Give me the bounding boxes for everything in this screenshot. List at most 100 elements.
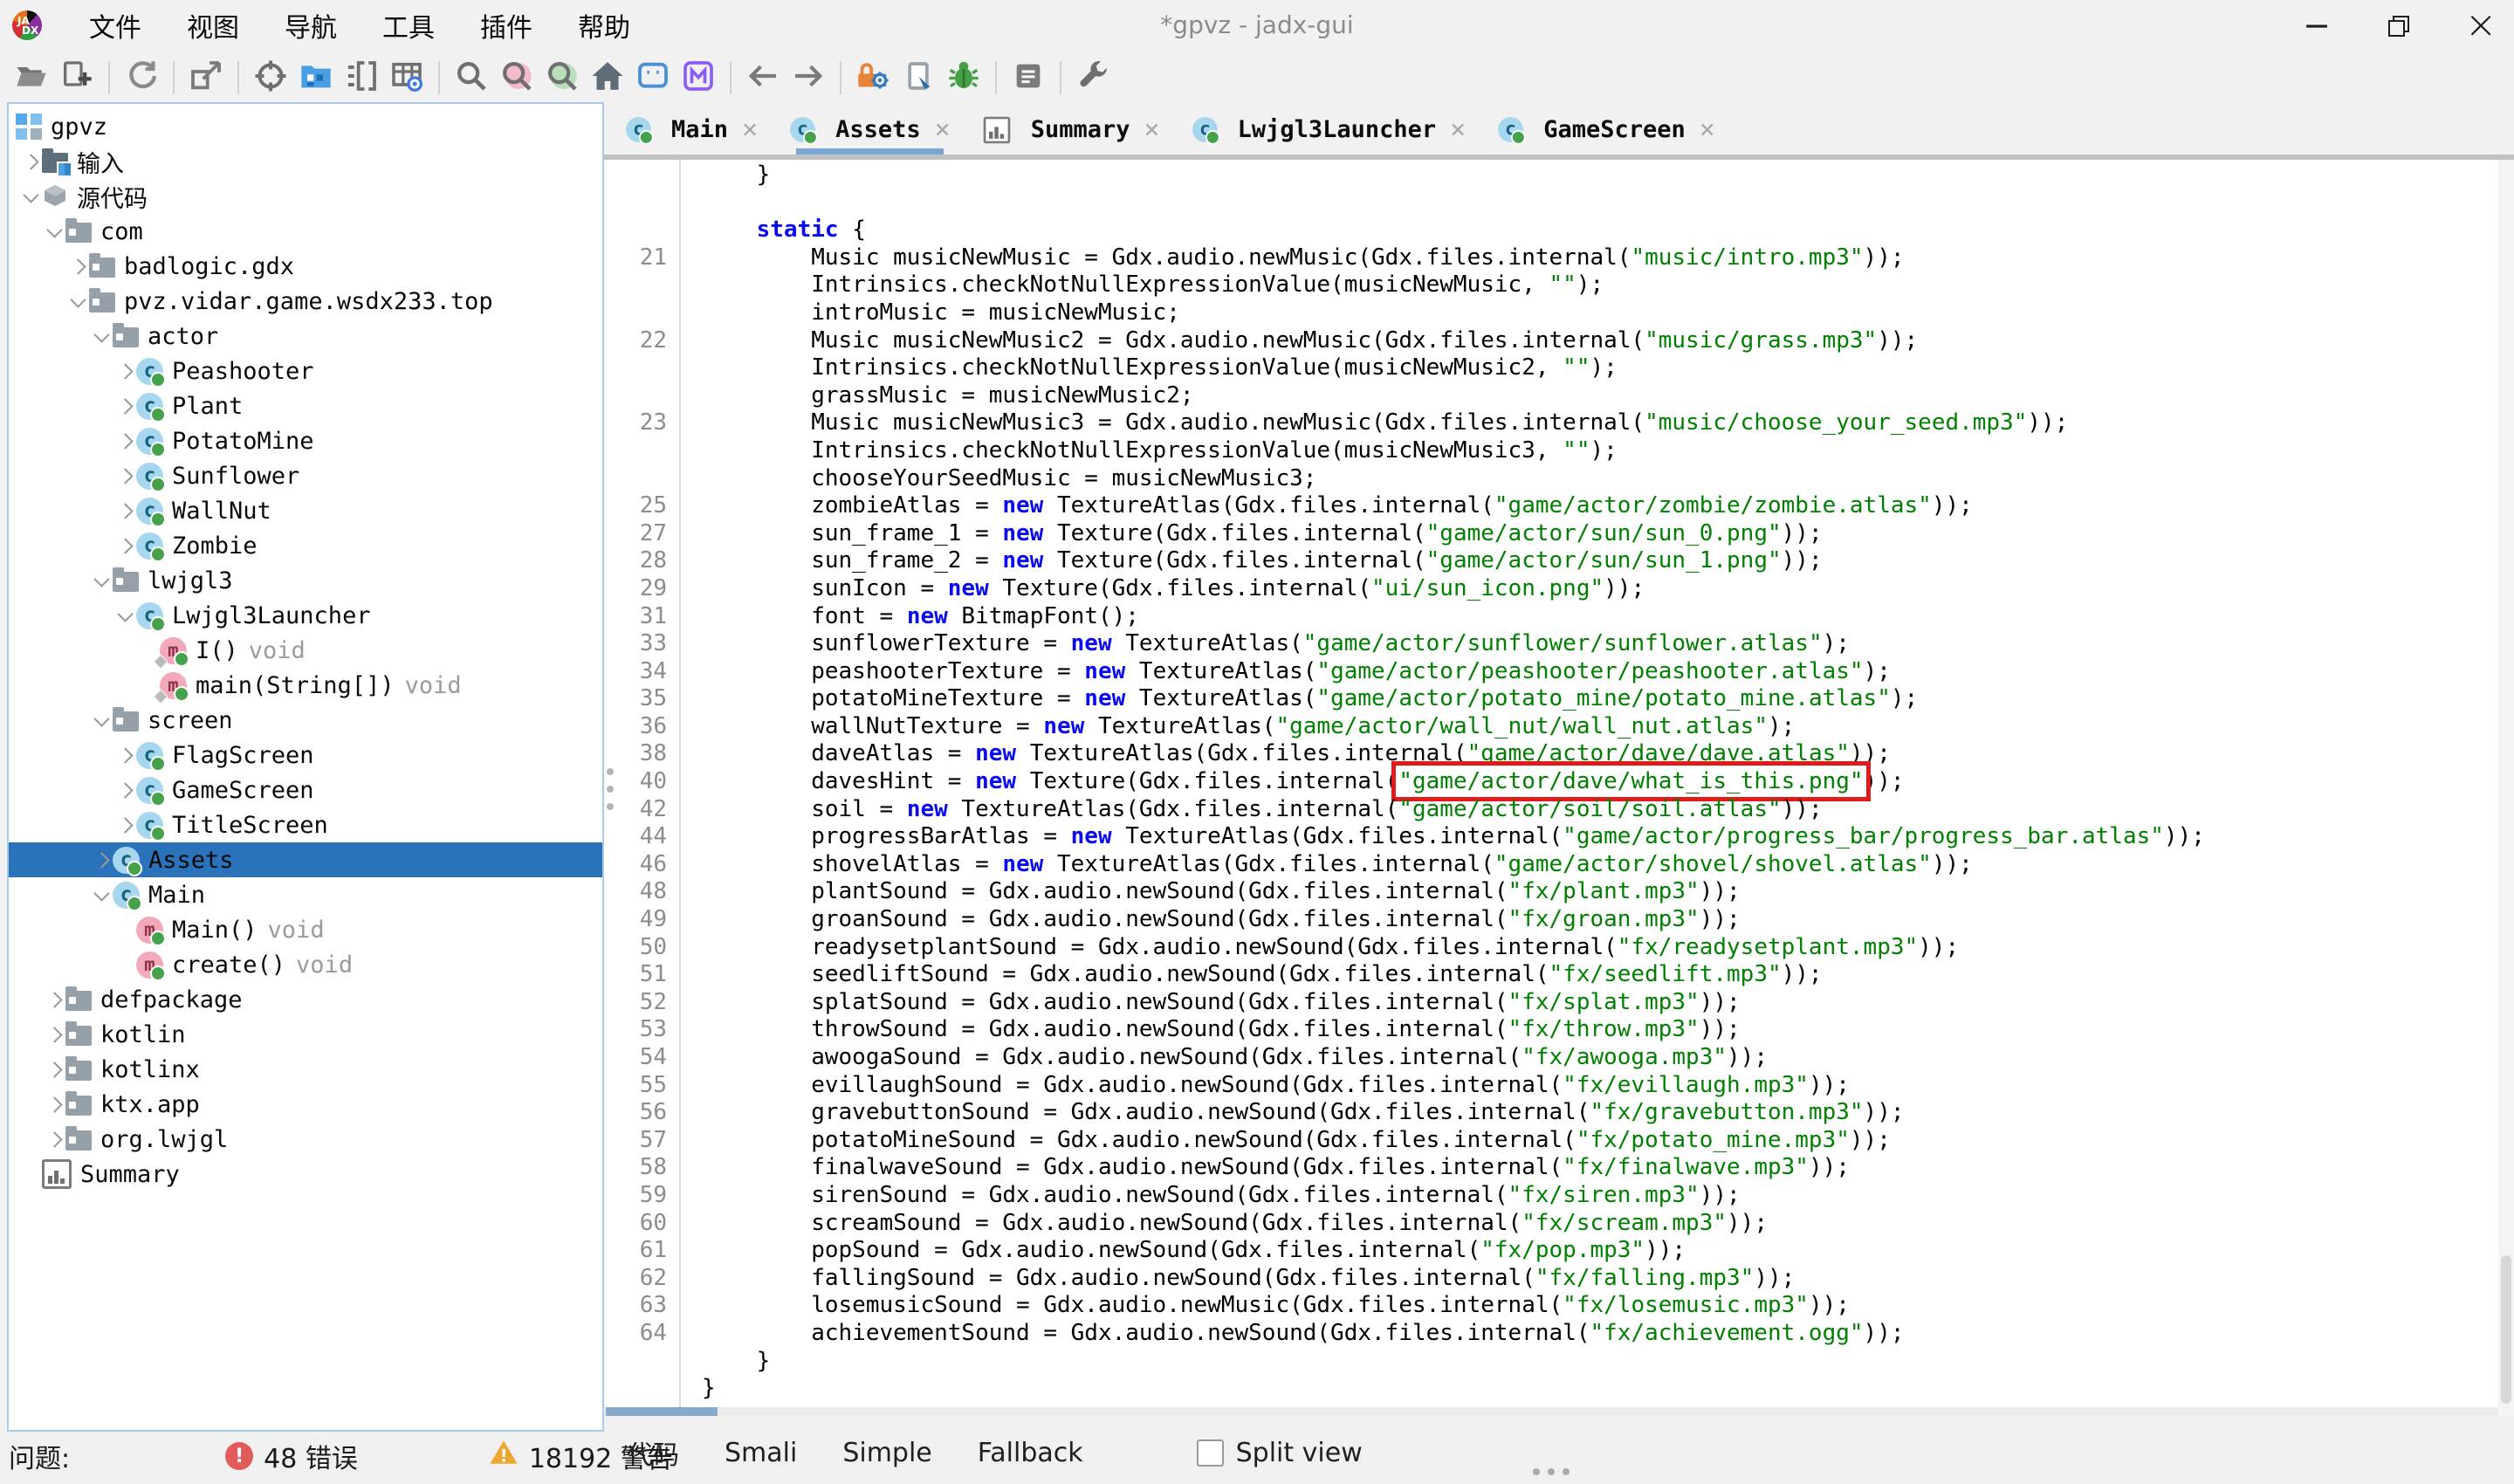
chevron-down-icon[interactable] xyxy=(66,298,89,306)
close-button[interactable]: × xyxy=(2463,8,2498,43)
chevron-right-icon[interactable] xyxy=(113,785,136,796)
vertical-scrollbar[interactable] xyxy=(2498,160,2514,1416)
chevron-right-icon[interactable] xyxy=(43,1134,65,1145)
chevron-right-icon[interactable] xyxy=(90,855,113,866)
menu-工具[interactable]: 工具 xyxy=(377,4,440,46)
chevron-right-icon[interactable] xyxy=(43,994,65,1006)
tree-item-TitleScreen[interactable]: cTitleScreen xyxy=(9,807,602,842)
chevron-right-icon[interactable] xyxy=(113,436,136,447)
export-button[interactable] xyxy=(186,58,226,98)
code-editor[interactable]: } static {21 Music musicNewMusic = Gdx.a… xyxy=(604,160,2498,1407)
chevron-down-icon[interactable] xyxy=(90,333,113,340)
search-button[interactable] xyxy=(451,58,491,98)
tree-item-PotatoMine[interactable]: cPotatoMine xyxy=(9,423,602,458)
horizontal-scrollbar-thumb[interactable] xyxy=(606,1407,718,1416)
chevron-right-icon[interactable] xyxy=(113,505,136,517)
tab-close-icon[interactable]: × xyxy=(935,114,951,145)
tree-item-pvz.vidar.game.wsdx233.top[interactable]: pvz.vidar.game.wsdx233.top xyxy=(9,284,602,319)
tree-item-screen[interactable]: screen xyxy=(9,703,602,738)
debug-button[interactable] xyxy=(944,58,984,98)
tab-GameScreen[interactable]: cGameScreen× xyxy=(1481,105,1731,155)
tree-item-lwjgl3[interactable]: lwjgl3 xyxy=(9,563,602,598)
tree-item-Zombie[interactable]: cZombie xyxy=(9,528,602,563)
quark-preview-button[interactable] xyxy=(898,58,938,98)
tree-item-GameScreen[interactable]: cGameScreen xyxy=(9,773,602,807)
tree-item-Main()[interactable]: mMain() void xyxy=(9,912,602,947)
chevron-down-icon[interactable] xyxy=(19,193,42,201)
chevron-right-icon[interactable] xyxy=(113,750,136,761)
tree-item-create()[interactable]: mcreate() void xyxy=(9,947,602,982)
table-view-button[interactable] xyxy=(387,58,427,98)
bottom-splitter-grip[interactable] xyxy=(1533,1468,1570,1475)
chevron-right-icon[interactable] xyxy=(113,471,136,482)
back-button[interactable] xyxy=(743,58,783,98)
chevron-right-icon[interactable] xyxy=(66,261,89,272)
view-tab-代码[interactable]: 代码 xyxy=(627,1433,679,1472)
vertical-scrollbar-thumb[interactable] xyxy=(2501,1255,2511,1404)
tree-item-Summary[interactable]: Summary xyxy=(9,1157,602,1192)
minimize-button[interactable]: − xyxy=(2299,8,2334,43)
chevron-down-icon[interactable] xyxy=(90,891,113,899)
chevron-right-icon[interactable] xyxy=(19,156,42,168)
tree-item-ktx.app[interactable]: ktx.app xyxy=(9,1087,602,1122)
menu-插件[interactable]: 插件 xyxy=(475,4,538,46)
tree-item-Peashooter[interactable]: cPeashooter xyxy=(9,354,602,388)
tab-Assets[interactable]: cAssets× xyxy=(773,105,966,155)
chevron-right-icon[interactable] xyxy=(113,820,136,831)
tree-item-kotlin[interactable]: kotlin xyxy=(9,1017,602,1052)
menu-视图[interactable]: 视图 xyxy=(182,4,244,46)
live-reload-target-button[interactable] xyxy=(251,58,291,98)
deobfuscation-button[interactable] xyxy=(853,58,893,98)
horizontal-scrollbar[interactable] xyxy=(604,1407,2498,1416)
tree-item-WallNut[interactable]: cWallNut xyxy=(9,493,602,528)
chevron-down-icon[interactable] xyxy=(90,717,113,725)
chevron-right-icon[interactable] xyxy=(113,366,136,377)
view-tab-Smali[interactable]: Smali xyxy=(725,1438,797,1468)
tab-Summary[interactable]: Summary× xyxy=(966,105,1176,155)
log-viewer-button[interactable] xyxy=(1008,58,1048,98)
tree-item-FlagScreen[interactable]: cFlagScreen xyxy=(9,738,602,773)
tree-item-Sunflower[interactable]: cSunflower xyxy=(9,458,602,493)
menu-导航[interactable]: 导航 xyxy=(279,4,342,46)
add-files-button[interactable] xyxy=(57,58,97,98)
tab-close-icon[interactable]: × xyxy=(1144,114,1160,145)
tree-item-Main[interactable]: cMain xyxy=(9,877,602,912)
flat-list-button[interactable] xyxy=(341,58,381,98)
view-tab-Simple[interactable]: Simple xyxy=(842,1438,931,1468)
tab-close-icon[interactable]: × xyxy=(1700,114,1715,145)
tree-item-main(String[])[interactable]: mmain(String[]) void xyxy=(9,668,602,703)
chevron-down-icon[interactable] xyxy=(113,612,136,620)
chevron-right-icon[interactable] xyxy=(113,401,136,412)
main-activity-home-button[interactable] xyxy=(587,58,628,98)
maximize-button[interactable] xyxy=(2381,8,2416,43)
tree-item-输入[interactable]: 输入 xyxy=(9,144,602,179)
tab-close-icon[interactable]: × xyxy=(742,114,758,145)
tree-item-org.lwjgl[interactable]: org.lwjgl xyxy=(9,1122,602,1157)
tree-item-I()[interactable]: mI() void xyxy=(9,633,602,668)
open-file-button[interactable] xyxy=(11,58,52,98)
tab-close-icon[interactable]: × xyxy=(1450,114,1466,145)
preferences-wrench-button[interactable] xyxy=(1073,58,1113,98)
chevron-down-icon[interactable] xyxy=(90,577,113,585)
split-view-toggle[interactable]: Split view xyxy=(1197,1438,1363,1468)
tree-item-gpvz[interactable]: gpvz xyxy=(9,109,602,144)
tree-item-com[interactable]: com xyxy=(9,214,602,249)
menu-文件[interactable]: 文件 xyxy=(84,4,147,46)
forward-button[interactable] xyxy=(788,58,828,98)
tree-item-Assets[interactable]: cAssets xyxy=(9,842,602,877)
reload-button[interactable] xyxy=(121,58,161,98)
split-view-checkbox[interactable] xyxy=(1197,1439,1224,1467)
chevron-down-icon[interactable] xyxy=(43,228,65,236)
errors-badge[interactable]: ! 48 错误 xyxy=(225,1437,358,1475)
comment-button[interactable] xyxy=(633,58,673,98)
tree-item-源代码[interactable]: 源代码 xyxy=(9,179,602,214)
view-tab-Fallback[interactable]: Fallback xyxy=(978,1438,1083,1468)
tree-item-badlogic.gdx[interactable]: badlogic.gdx xyxy=(9,249,602,284)
chevron-right-icon[interactable] xyxy=(43,1064,65,1075)
tree-item-defpackage[interactable]: defpackage xyxy=(9,982,602,1017)
class-search-button[interactable] xyxy=(542,58,582,98)
packages-button[interactable] xyxy=(296,58,336,98)
tab-Main[interactable]: cMain× xyxy=(609,105,773,155)
chevron-right-icon[interactable] xyxy=(43,1099,65,1110)
tree-item-actor[interactable]: actor xyxy=(9,319,602,354)
